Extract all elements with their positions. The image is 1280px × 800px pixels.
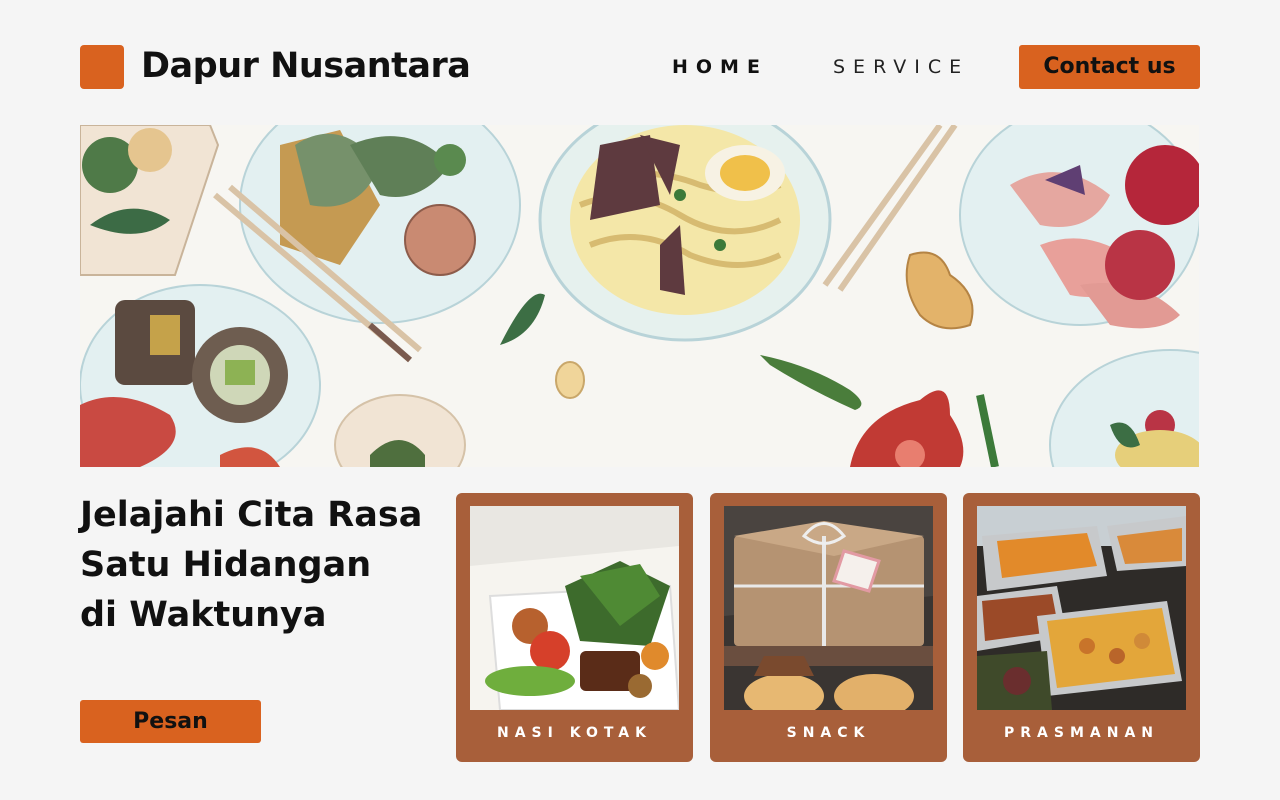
card-prasmanan[interactable]: PRASMANAN [963, 493, 1200, 762]
contact-us-button[interactable]: Contact us [1019, 45, 1200, 89]
headline-line-2: Satu Hidangan [80, 545, 372, 585]
hero-illustration [80, 125, 1199, 467]
snack-image [724, 506, 933, 710]
hero-headline: Jelajahi Cita Rasa Satu Hidangan di Wakt… [80, 490, 440, 640]
pesan-button[interactable]: Pesan [80, 700, 261, 743]
nav-home-link[interactable]: HOME [672, 56, 768, 78]
card-nasi-kotak[interactable]: NASI KOTAK [456, 493, 693, 762]
prasmanan-label: PRASMANAN [1004, 725, 1159, 741]
brand-name[interactable]: Dapur Nusantara [141, 44, 471, 88]
nav-service-link[interactable]: SERVICE [833, 56, 969, 78]
snack-label: SNACK [786, 725, 871, 741]
nasi-kotak-label: NASI KOTAK [497, 725, 652, 741]
card-snack[interactable]: SNACK [710, 493, 947, 762]
headline-line-3: di Waktunya [80, 595, 327, 635]
logo-icon[interactable] [80, 45, 124, 89]
prasmanan-image [977, 506, 1186, 710]
nasi-kotak-image [470, 506, 679, 710]
headline-line-1: Jelajahi Cita Rasa [80, 495, 423, 535]
